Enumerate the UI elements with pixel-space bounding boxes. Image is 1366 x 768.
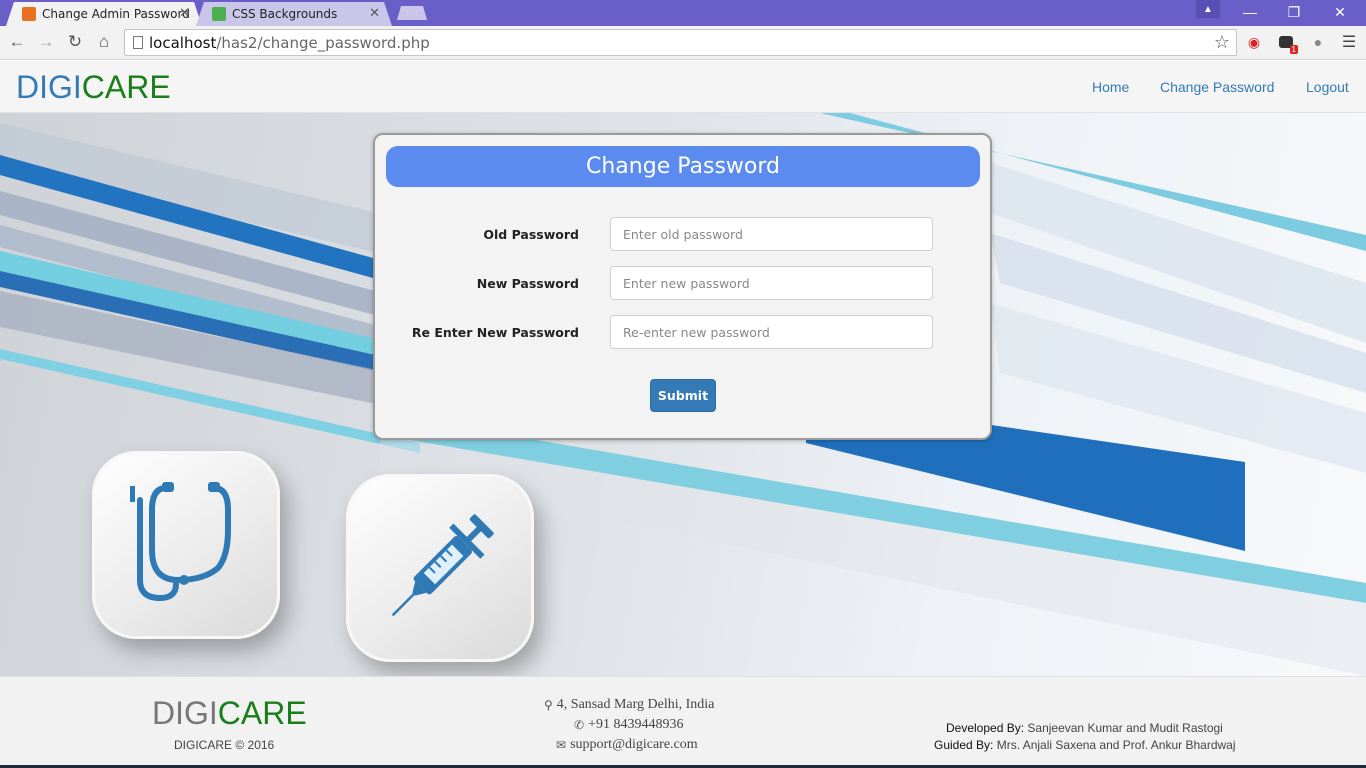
footer-address: ⚲ 4, Sansad Marg Delhi, India <box>544 697 714 713</box>
new-password-label: New Password <box>476 276 579 291</box>
w3schools-favicon-icon <box>212 7 226 21</box>
stethoscope-icon <box>130 482 231 602</box>
old-password-input[interactable] <box>610 217 933 251</box>
address-bar[interactable]: localhost/has2/change_password.php ☆ <box>124 29 1237 56</box>
extension-badge: 1 <box>1289 45 1298 54</box>
footer-email: ✉ support@digicare.com <box>556 737 698 753</box>
tab-title: Change Admin Password <box>42 7 190 21</box>
nav-home-link[interactable]: Home <box>1092 79 1129 95</box>
nav-logout-link[interactable]: Logout <box>1306 79 1349 95</box>
logo-care: CARE <box>81 69 171 105</box>
new-password-input[interactable] <box>610 266 933 300</box>
footer-logo-digi: DIGI <box>152 695 218 731</box>
footer-logo-care: CARE <box>217 695 307 731</box>
page-icon <box>133 36 143 49</box>
footer-logo: DIGICARE <box>152 695 307 732</box>
developed-by-label: Developed By: <box>946 721 1025 735</box>
envelope-icon: ✉ <box>556 737 567 752</box>
close-window-icon[interactable]: ✕ <box>1318 0 1362 24</box>
guided-by-line: Guided By: Mrs. Anjali Saxena and Prof. … <box>934 738 1236 752</box>
nav-change-password-link[interactable]: Change Password <box>1160 79 1274 95</box>
guided-by-label: Guided By: <box>934 738 994 752</box>
panel-title: Change Password <box>386 146 980 187</box>
new-tab-button[interactable] <box>397 6 427 20</box>
tab-close-icon[interactable]: ✕ <box>369 6 380 21</box>
email-text: support@digicare.com <box>570 737 698 752</box>
map-marker-icon: ⚲ <box>544 697 553 712</box>
phone-text: +91 8439448936 <box>588 717 684 732</box>
reload-icon[interactable]: ↻ <box>64 31 86 53</box>
reenter-password-label: Re Enter New Password <box>411 325 579 340</box>
guided-by-names: Mrs. Anjali Saxena and Prof. Ankur Bhard… <box>996 738 1236 752</box>
developed-by-line: Developed By: Sanjeevan Kumar and Mudit … <box>946 721 1223 735</box>
change-password-panel: Change Password Old Password New Passwor… <box>373 133 992 440</box>
submit-button[interactable]: Submit <box>650 379 716 412</box>
xampp-favicon-icon <box>22 7 36 21</box>
menu-icon[interactable]: ☰ <box>1339 32 1359 52</box>
minimize-icon[interactable]: — <box>1228 0 1272 24</box>
stethoscope-tile <box>92 451 280 639</box>
syringe-icon <box>391 514 494 617</box>
notification-extension-icon[interactable]: 1 <box>1276 32 1298 54</box>
back-arrow-icon[interactable]: ← <box>6 31 28 53</box>
tab-change-admin-password[interactable]: Change Admin Password ✕ <box>6 2 202 26</box>
logo-digi: DIGI <box>16 69 82 105</box>
tab-close-icon[interactable]: ✕ <box>179 6 190 21</box>
site-footer: DIGICARE DIGICARE © 2016 ⚲ 4, Sansad Mar… <box>0 676 1366 768</box>
old-password-label: Old Password <box>483 227 579 242</box>
forward-arrow-icon[interactable]: → <box>35 31 57 53</box>
home-icon[interactable]: ⌂ <box>93 31 115 53</box>
phone-icon: ✆ <box>574 717 585 732</box>
footer-phone: ✆ +91 8439448936 <box>574 717 683 733</box>
globe-extension-icon[interactable]: ● <box>1308 32 1328 52</box>
bookmark-star-icon[interactable]: ☆ <box>1214 32 1230 53</box>
site-logo[interactable]: DIGICARE <box>16 69 171 106</box>
restore-icon[interactable]: ❐ <box>1272 0 1316 24</box>
browser-toolbar: ← → ↻ ⌂ localhost/has2/change_password.p… <box>0 26 1366 60</box>
address-text: 4, Sansad Marg Delhi, India <box>556 697 715 712</box>
tab-css-backgrounds[interactable]: CSS Backgrounds ✕ <box>196 2 392 26</box>
developed-by-names: Sanjeevan Kumar and Mudit Rastogi <box>1027 721 1223 735</box>
user-profile-icon[interactable]: ▲ <box>1196 0 1220 18</box>
opera-extension-icon[interactable]: ◉ <box>1244 32 1264 52</box>
url-path: /has2/change_password.php <box>216 33 430 52</box>
reenter-password-input[interactable] <box>610 315 933 349</box>
tab-title: CSS Backgrounds <box>232 7 338 21</box>
syringe-tile <box>346 474 534 662</box>
footer-copyright: DIGICARE © 2016 <box>174 738 275 752</box>
site-header: DIGICARE Home Change Password Logout <box>0 61 1366 113</box>
url-host: localhost <box>149 33 217 52</box>
browser-titlebar: Change Admin Password ✕ CSS Backgrounds … <box>0 0 1366 26</box>
